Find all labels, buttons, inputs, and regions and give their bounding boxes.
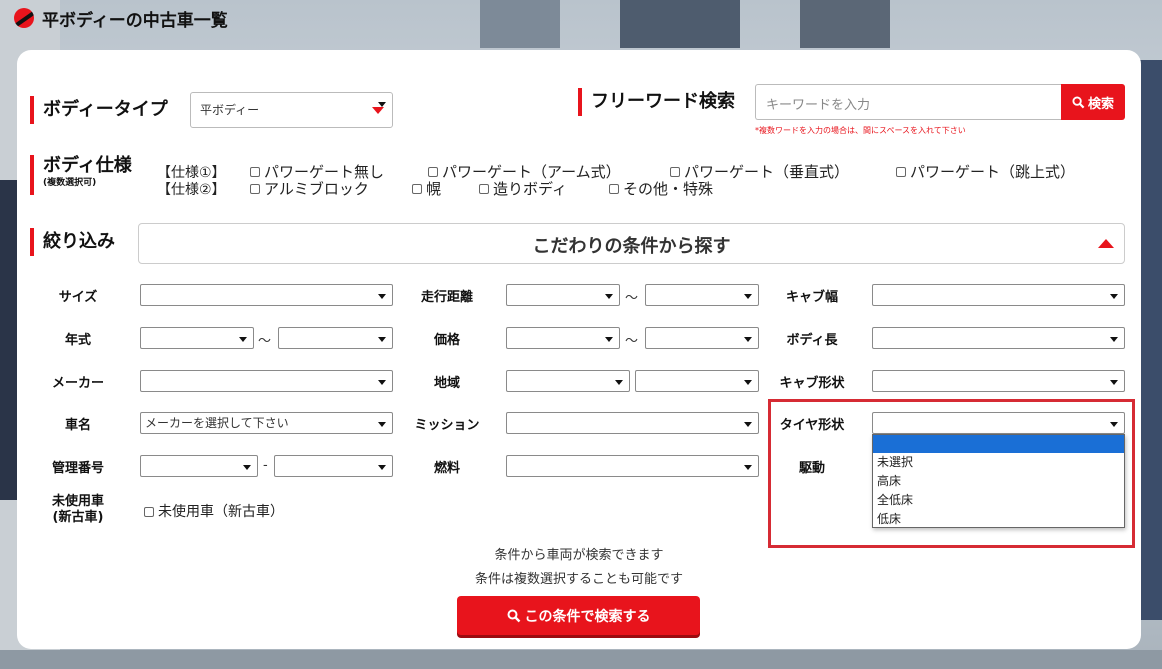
car-name-placeholder: メーカーを選択して下さい — [145, 416, 289, 430]
label-cab-width: キャブ幅 — [785, 290, 838, 305]
body-type-value: 平ボディー — [200, 103, 260, 117]
freeword-note: *複数ワードを入力の場合は、間にスペースを入れて下さい — [755, 126, 966, 135]
body-spec-sub: (複数選択可) — [43, 178, 97, 188]
select-price-from[interactable] — [506, 327, 620, 349]
checkbox-box[interactable] — [479, 184, 489, 194]
freeword-label: フリーワード検索 — [578, 88, 735, 116]
body-spec-title: ボディ仕様 — [43, 155, 132, 176]
label-mission: ミッション — [414, 418, 480, 433]
dropdown-option[interactable]: 未選択 — [873, 453, 1124, 472]
label-drive: 駆動 — [798, 461, 825, 476]
select-mgmt-no-to[interactable] — [274, 455, 393, 477]
dropdown-option[interactable]: 高床 — [873, 472, 1124, 491]
select-mileage-from[interactable] — [506, 284, 620, 306]
label-cab-shape: キャブ形状 — [779, 376, 845, 391]
checkbox-label: アルミブロック — [264, 180, 369, 198]
freeword-placeholder: キーワードを入力 — [766, 98, 871, 113]
body-type-arrow-icon — [372, 107, 384, 114]
select-size[interactable] — [140, 284, 393, 306]
select-maker[interactable] — [140, 370, 393, 392]
label-unused: 未使用車 (新古車) — [51, 494, 104, 525]
select-mgmt-no-from[interactable] — [140, 455, 258, 477]
checkbox-box[interactable] — [896, 167, 906, 177]
select-fuel[interactable] — [506, 455, 759, 477]
year-tilde: ～ — [258, 334, 272, 349]
mgmt-dash: - — [263, 458, 268, 473]
body-type-label: ボディータイプ — [30, 96, 168, 124]
tire-shape-dropdown-list: 未選択 高床 全低床 低床 — [872, 434, 1125, 528]
checkbox-other-special[interactable]: その他・特殊 — [609, 178, 713, 199]
dropdown-option[interactable]: 低床 — [873, 510, 1124, 529]
select-mission[interactable] — [506, 412, 759, 434]
checkbox-box[interactable] — [670, 167, 680, 177]
collapse-arrow-icon — [1098, 239, 1114, 248]
select-car-name[interactable]: メーカーを選択して下さい — [140, 412, 393, 434]
label-mileage: 走行距離 — [420, 290, 473, 305]
freeword-search-button[interactable]: 検索 — [1061, 84, 1125, 120]
footer-line-1: 条件から車両が検索できます — [494, 548, 664, 563]
select-cab-shape[interactable] — [872, 370, 1125, 392]
checkbox-label: パワーゲート（跳上式） — [910, 163, 1076, 181]
checkbox-powergate-lift[interactable]: パワーゲート（跳上式） — [896, 161, 1075, 182]
price-tilde: ～ — [625, 334, 639, 349]
filter-toggle-bar[interactable]: こだわりの条件から探す — [138, 223, 1125, 264]
checkbox-box[interactable] — [428, 167, 438, 177]
spec-group2-label: 【仕様②】 — [157, 182, 226, 198]
checkbox-box[interactable] — [412, 184, 422, 194]
label-body-length: ボディ長 — [786, 333, 838, 348]
brand-logo-icon — [14, 8, 34, 28]
checkbox-canvas[interactable]: 幌 — [412, 178, 441, 199]
checkbox-box[interactable] — [144, 506, 154, 517]
submit-search-button[interactable]: この条件で検索する — [457, 596, 700, 635]
filter-label: 絞り込み — [30, 228, 115, 256]
label-car-name: 車名 — [64, 418, 91, 433]
submit-search-label: この条件で検索する — [524, 608, 651, 625]
select-price-to[interactable] — [645, 327, 759, 349]
search-icon — [507, 609, 520, 622]
checkbox-unused[interactable]: 未使用車（新古車） — [144, 501, 284, 521]
page-header: 平ボディーの中古車一覧 — [14, 6, 228, 31]
checkbox-box[interactable] — [250, 167, 260, 177]
label-maker: メーカー — [51, 376, 104, 391]
checkbox-label: 未使用車（新古車） — [158, 504, 284, 520]
select-body-length[interactable] — [872, 327, 1125, 349]
checkbox-aluminum-block[interactable]: アルミブロック — [250, 178, 369, 199]
search-panel: ボディータイプ 平ボディー フリーワード検索 キーワードを入力 検索 *複数ワー… — [17, 50, 1141, 649]
checkbox-label: その他・特殊 — [623, 180, 714, 198]
checkbox-box[interactable] — [609, 184, 619, 194]
label-mgmt-no: 管理番号 — [51, 461, 104, 476]
label-tire-shape: タイヤ形状 — [779, 418, 845, 433]
body-type-select[interactable]: 平ボディー — [190, 92, 393, 128]
search-icon — [1072, 95, 1085, 108]
label-region: 地域 — [433, 376, 460, 391]
select-year-from[interactable] — [140, 327, 254, 349]
dropdown-option[interactable]: 全低床 — [873, 491, 1124, 510]
dropdown-option[interactable] — [873, 435, 1124, 453]
page-title: 平ボディーの中古車一覧 — [42, 10, 228, 31]
footer-line-2: 条件は複数選択することも可能です — [474, 572, 683, 587]
checkbox-box[interactable] — [250, 184, 260, 194]
select-year-to[interactable] — [278, 327, 393, 349]
label-price: 価格 — [433, 333, 460, 348]
freeword-search-label: 検索 — [1087, 96, 1114, 112]
freeword-input[interactable]: キーワードを入力 — [755, 84, 1062, 120]
checkbox-built-body[interactable]: 造りボディ — [479, 178, 567, 199]
label-fuel: 燃料 — [433, 461, 460, 476]
checkbox-label: 造りボディ — [493, 180, 567, 198]
select-mileage-to[interactable] — [645, 284, 759, 306]
select-cab-width[interactable] — [872, 284, 1125, 306]
checkbox-label: 幌 — [426, 180, 442, 198]
body-spec-label: ボディ仕様 (複数選択可) — [30, 155, 132, 195]
select-region-1[interactable] — [506, 370, 630, 392]
label-size: サイズ — [58, 290, 98, 305]
label-year: 年式 — [64, 333, 91, 348]
mileage-tilde: ～ — [625, 291, 639, 306]
filter-bar-title: こだわりの条件から探す — [532, 236, 731, 257]
select-tire-shape[interactable] — [872, 412, 1125, 434]
select-region-2[interactable] — [635, 370, 759, 392]
